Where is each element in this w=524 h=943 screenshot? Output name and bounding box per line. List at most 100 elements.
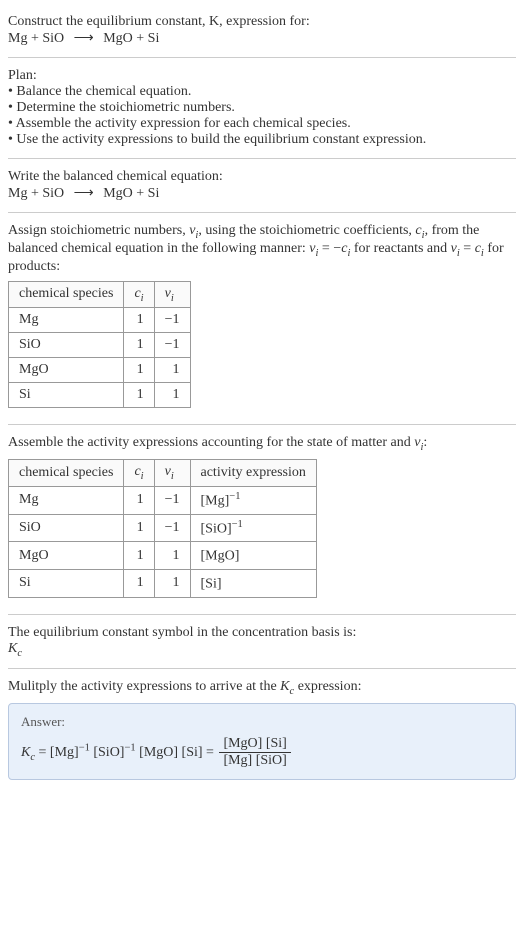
table-row: MgO 1 1 (9, 358, 191, 383)
cell-vi: −1 (154, 308, 190, 333)
fraction-numerator: [MgO] [Si] (219, 736, 290, 753)
prompt-line1: Construct the equilibrium constant, K, e… (8, 14, 516, 30)
cell-ci: 1 (124, 333, 154, 358)
cell-ci: 1 (124, 383, 154, 408)
activity-section: Assemble the activity expressions accoun… (8, 429, 516, 609)
text: for reactants and (350, 241, 450, 256)
divider (8, 57, 516, 58)
cell-activity: [SiO]−1 (190, 514, 316, 542)
balanced-line: Write the balanced chemical equation: (8, 169, 516, 185)
col-species: chemical species (9, 460, 124, 487)
kc-symbol-section: The equilibrium constant symbol in the c… (8, 619, 516, 665)
stoich-table: chemical species ci νi Mg 1 −1 SiO 1 −1 … (8, 281, 191, 409)
cell-ci: 1 (124, 486, 154, 514)
text: Assemble the activity expressions accoun… (8, 435, 414, 450)
col-ci: ci (124, 281, 154, 308)
table-row: MgO 1 1 [MgO] (9, 542, 317, 570)
cell-species: SiO (9, 514, 124, 542)
plan-bullet: • Assemble the activity expression for e… (8, 116, 516, 132)
eq-right: MgO + Si (103, 186, 159, 201)
col-species: chemical species (9, 281, 124, 308)
cell-ci: 1 (124, 308, 154, 333)
cell-species: Si (9, 569, 124, 597)
text: expression: (294, 679, 361, 694)
text: Assign stoichiometric numbers, (8, 223, 189, 238)
balanced: Write the balanced chemical equation: Mg… (8, 163, 516, 208)
text: = [Mg] (35, 745, 79, 760)
cell-activity: [Si] (190, 569, 316, 597)
k-letter: K (8, 641, 17, 656)
cell-vi: 1 (154, 383, 190, 408)
activity-table: chemical species ci νi activity expressi… (8, 459, 317, 597)
text: = − (318, 241, 341, 256)
divider (8, 424, 516, 425)
fraction-denominator: [Mg] [SiO] (219, 753, 290, 769)
cell-species: MgO (9, 358, 124, 383)
cell-vi: 1 (154, 358, 190, 383)
cell-species: Mg (9, 486, 124, 514)
answer-box: Answer: Kc = [Mg]−1 [SiO]−1 [MgO] [Si] =… (8, 703, 516, 780)
col-vi: νi (154, 460, 190, 487)
cell-species: MgO (9, 542, 124, 570)
plan-bullet: • Balance the chemical equation. (8, 84, 516, 100)
table-row: Mg 1 −1 [Mg]−1 (9, 486, 317, 514)
eq-right: MgO + Si (103, 31, 159, 46)
cell-activity: [Mg]−1 (190, 486, 316, 514)
exp: −1 (79, 742, 90, 753)
text: The equilibrium constant symbol in the c… (8, 625, 516, 641)
answer-label: Answer: (21, 714, 503, 730)
cell-species: Si (9, 383, 124, 408)
text: Mulitply the activity expressions to arr… (8, 679, 280, 694)
text: , using the stoichiometric coefficients, (198, 223, 415, 238)
divider (8, 614, 516, 615)
divider (8, 668, 516, 669)
table-row: Mg 1 −1 (9, 308, 191, 333)
cell-ci: 1 (124, 514, 154, 542)
cell-vi: −1 (154, 486, 190, 514)
text: = (460, 241, 475, 256)
balanced-equation: Mg + SiO ⟶ MgO + Si (8, 185, 516, 202)
cell-activity: [MgO] (190, 542, 316, 570)
cell-ci: 1 (124, 569, 154, 597)
arrow-icon: ⟶ (74, 30, 94, 47)
cell-vi: −1 (154, 514, 190, 542)
cell-vi: 1 (154, 542, 190, 570)
cell-vi: 1 (154, 569, 190, 597)
cell-ci: 1 (124, 358, 154, 383)
k-letter: K (280, 679, 289, 694)
text: [SiO] (90, 745, 125, 760)
table-row: Si 1 1 [Si] (9, 569, 317, 597)
cell-species: Mg (9, 308, 124, 333)
eq-left: Mg + SiO (8, 186, 64, 201)
col-ci: ci (124, 460, 154, 487)
plan: Plan: • Balance the chemical equation. •… (8, 62, 516, 154)
table-row: Si 1 1 (9, 383, 191, 408)
sub-c: c (17, 647, 22, 658)
table-row: SiO 1 −1 (9, 333, 191, 358)
text: [MgO] [Si] = (136, 745, 218, 760)
col-vi: νi (154, 281, 190, 308)
divider (8, 158, 516, 159)
divider (8, 212, 516, 213)
fraction: [MgO] [Si] [Mg] [SiO] (219, 736, 290, 769)
plan-bullet: • Use the activity expressions to build … (8, 132, 516, 148)
cell-vi: −1 (154, 333, 190, 358)
table-row: SiO 1 −1 [SiO]−1 (9, 514, 317, 542)
plan-header: Plan: (8, 68, 516, 84)
cell-species: SiO (9, 333, 124, 358)
exp: −1 (124, 742, 135, 753)
prompt: Construct the equilibrium constant, K, e… (8, 8, 516, 53)
prompt-equation: Mg + SiO ⟶ MgO + Si (8, 30, 516, 47)
text: : (423, 435, 427, 450)
eq-left: Mg + SiO (8, 31, 64, 46)
col-activity: activity expression (190, 460, 316, 487)
answer-equation: Kc = [Mg]−1 [SiO]−1 [MgO] [Si] = [MgO] [… (21, 736, 503, 769)
stoich-intro: Assign stoichiometric numbers, νi , using… (8, 217, 516, 420)
prompt-text: Construct the equilibrium constant, K, e… (8, 14, 310, 29)
plan-bullet: • Determine the stoichiometric numbers. (8, 100, 516, 116)
kc-symbol: Kc (8, 641, 516, 659)
multiply-section: Mulitply the activity expressions to arr… (8, 673, 516, 792)
k-letter: K (21, 745, 30, 760)
cell-ci: 1 (124, 542, 154, 570)
arrow-icon: ⟶ (74, 185, 94, 202)
